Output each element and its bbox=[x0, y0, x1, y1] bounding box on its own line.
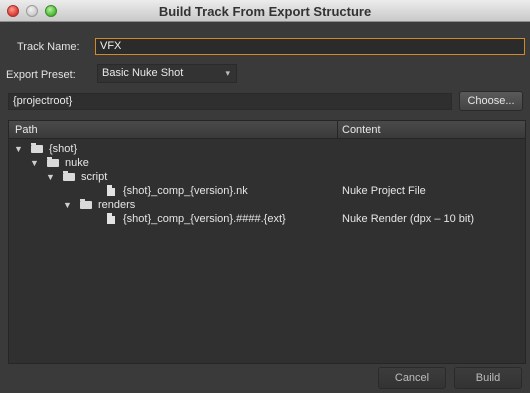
tree-row[interactable]: ▼ {shot} bbox=[9, 142, 525, 156]
disclosure-triangle-icon[interactable]: ▼ bbox=[46, 170, 55, 184]
tree-row[interactable]: {shot}_comp_{version}.nk Nuke Project Fi… bbox=[9, 184, 525, 198]
file-icon bbox=[107, 185, 115, 196]
build-button[interactable]: Build bbox=[454, 367, 522, 389]
tree-item-name: {shot} bbox=[49, 143, 78, 155]
tree-item-name: {shot}_comp_{version}.nk bbox=[123, 185, 248, 197]
folder-icon bbox=[47, 157, 59, 167]
choose-button[interactable]: Choose... bbox=[459, 91, 523, 111]
export-root-path-input[interactable]: {projectroot} bbox=[8, 93, 452, 110]
tree-item-name: {shot}_comp_{version}.####.{ext} bbox=[123, 213, 286, 225]
disclosure-triangle-icon[interactable]: ▼ bbox=[14, 142, 23, 156]
tree-item-content: Nuke Project File bbox=[342, 185, 426, 197]
column-divider[interactable] bbox=[337, 121, 338, 139]
tree-item-name: renders bbox=[98, 199, 136, 211]
export-structure-tree[interactable]: Path Content ▼ {shot} ▼ nuke ▼ script {s… bbox=[8, 120, 526, 364]
table-header: Path Content bbox=[9, 121, 525, 139]
export-preset-label: Export Preset: bbox=[6, 69, 76, 81]
tree-item-content: Nuke Render (dpx – 10 bit) bbox=[342, 213, 475, 225]
column-header-content[interactable]: Content bbox=[342, 124, 381, 136]
title-bar: Build Track From Export Structure bbox=[0, 0, 530, 22]
tree-row[interactable]: ▼ renders bbox=[9, 198, 525, 212]
dialog-window: Build Track From Export Structure Track … bbox=[0, 0, 530, 393]
cancel-button[interactable]: Cancel bbox=[378, 367, 446, 389]
disclosure-triangle-icon[interactable]: ▼ bbox=[30, 156, 39, 170]
export-preset-select[interactable]: Basic Nuke Shot ▾ bbox=[97, 64, 237, 83]
tree-row[interactable]: ▼ script bbox=[9, 170, 525, 184]
track-name-input[interactable]: VFX bbox=[95, 38, 525, 55]
folder-icon bbox=[31, 143, 43, 153]
file-icon bbox=[107, 213, 115, 224]
export-preset-value: Basic Nuke Shot bbox=[102, 67, 184, 79]
tree-item-name: script bbox=[81, 171, 108, 183]
folder-icon bbox=[80, 199, 92, 209]
window-title: Build Track From Export Structure bbox=[158, 4, 372, 19]
column-header-path[interactable]: Path bbox=[15, 124, 38, 136]
folder-icon bbox=[63, 171, 75, 181]
disclosure-triangle-icon[interactable]: ▼ bbox=[63, 198, 72, 212]
tree-item-name: nuke bbox=[65, 157, 89, 169]
dropdown-arrow-icon: ▾ bbox=[225, 68, 230, 78]
track-name-label: Track Name: bbox=[17, 41, 80, 53]
tree-row[interactable]: ▼ nuke bbox=[9, 156, 525, 170]
tree-row[interactable]: {shot}_comp_{version}.####.{ext} Nuke Re… bbox=[9, 212, 525, 226]
